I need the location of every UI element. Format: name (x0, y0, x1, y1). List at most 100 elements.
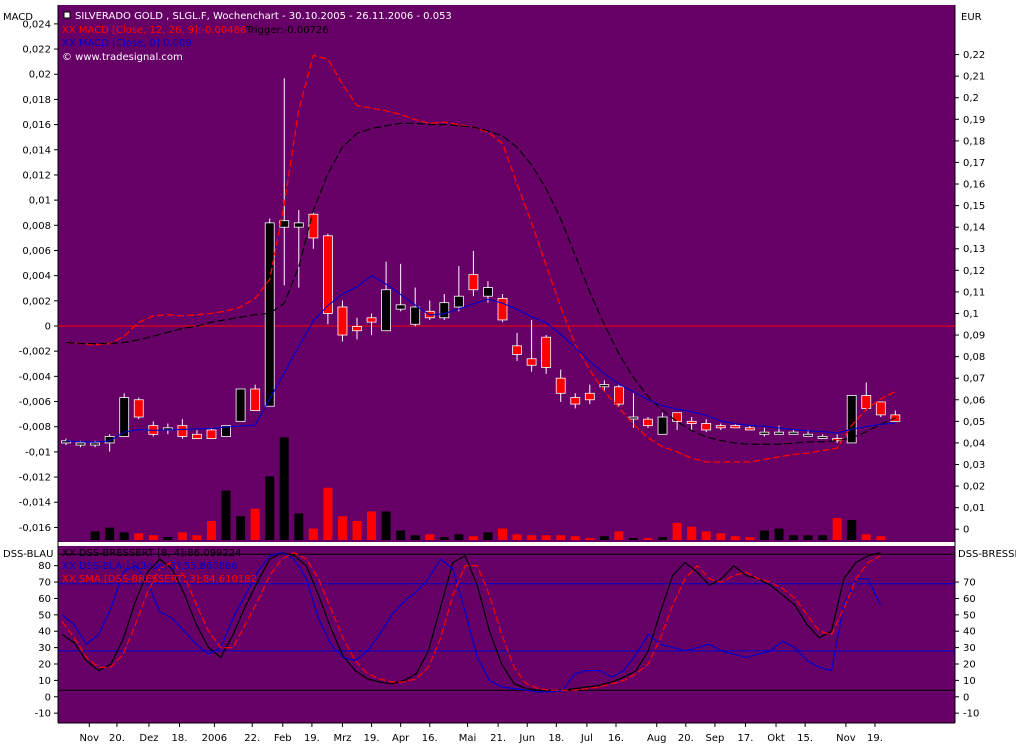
volume-bar (279, 437, 289, 540)
volume-bar (658, 537, 668, 540)
dss-left-tick-label: 20 (38, 660, 51, 671)
volume-bar (832, 518, 842, 540)
volume-bar (599, 536, 609, 540)
x-tick-label: Apr (392, 733, 410, 744)
x-tick-label: 19. (364, 733, 380, 744)
volume-bar (454, 534, 464, 540)
chart-title: SILVERADO GOLD , SLGL.F, Wochenchart - 3… (75, 11, 452, 22)
macd-tick-label: 0,024 (22, 19, 51, 30)
candle-body (759, 431, 770, 435)
volume-bar (570, 536, 580, 540)
candle-body (555, 377, 566, 394)
volume-bar (148, 535, 158, 540)
candle-body (206, 429, 217, 440)
price-tick-label: 0,1 (963, 309, 979, 320)
candle-body (643, 418, 653, 427)
candle-body (628, 416, 639, 420)
macd-tick-label: -0,006 (19, 397, 51, 408)
volume-bar (730, 536, 740, 540)
legend-macd-blue: XX MACD [Close, 0] 0,009 (62, 38, 192, 49)
price-tick-label: 0,06 (963, 395, 985, 406)
candle-body (75, 442, 86, 446)
candle-body (730, 425, 741, 429)
dss-left-tick-label: 30 (38, 643, 51, 654)
price-panel (58, 5, 955, 542)
x-tick-label: 2006 (202, 733, 227, 744)
candle-body (570, 397, 581, 405)
volume-bar (585, 538, 595, 540)
volume-bar (774, 528, 784, 540)
x-tick-label: 18. (172, 733, 188, 744)
legend-sma: XX SMA [DSS-BRESSERT, 3]:84.610182 (62, 574, 257, 585)
volume-bar (410, 535, 420, 540)
price-tick-label: 0,02 (963, 482, 985, 493)
candle-body (846, 395, 857, 444)
right-axis-title: EUR (961, 12, 982, 23)
price-tick-label: 0,13 (963, 244, 985, 255)
volume-bar (847, 520, 857, 540)
candle-body (250, 388, 261, 411)
candle-body (541, 336, 552, 368)
macd-tick-label: 0,008 (22, 221, 51, 232)
volume-bar (367, 511, 377, 540)
candle-body (512, 345, 522, 355)
dss-right-tick-label: 50 (963, 610, 976, 621)
candle-body (337, 306, 348, 336)
candle-body (526, 358, 537, 366)
dss-right-tick-label: -10 (963, 709, 979, 720)
macd-tick-label: -0,004 (19, 372, 51, 383)
x-tick-label: 21. (490, 733, 506, 744)
dss-right-tick-label: 0 (963, 692, 969, 703)
dss-right-tick-label: 60 (963, 594, 976, 605)
candle-body (861, 395, 872, 409)
volume-bar (876, 536, 886, 540)
dss-right-tick-label: 40 (963, 627, 976, 638)
x-tick-label: 16. (422, 733, 438, 744)
volume-bar (745, 537, 755, 540)
volume-bar (192, 535, 202, 540)
x-tick-label: Sep (706, 733, 725, 744)
price-tick-label: 0,22 (963, 50, 985, 61)
x-tick-label: Jul (580, 733, 593, 744)
volume-bar (425, 534, 435, 540)
candle-body (177, 425, 188, 437)
volume-bar (177, 532, 187, 540)
dss-right-tick-label: 20 (963, 660, 976, 671)
macd-tick-label: 0,018 (22, 95, 51, 106)
candle-body (483, 287, 493, 297)
lower-left-axis-title: DSS-BLAU (3, 549, 53, 560)
macd-tick-label: 0,004 (22, 271, 51, 282)
legend-macd: XX MACD [Close, 12, 26, 9]:-0.00486 (62, 25, 246, 36)
candle-body (352, 326, 362, 332)
volume-bar (221, 490, 231, 540)
dss-panel (58, 546, 955, 723)
dss-left-tick-label: 60 (38, 594, 51, 605)
volume-bar (512, 534, 522, 540)
x-tick-label: 16. (608, 733, 624, 744)
lower-right-axis-title: DSS-BRESSI (958, 549, 1016, 560)
x-tick-label: 22. (244, 733, 260, 744)
x-tick-label: Dez (139, 733, 158, 744)
candle-body (788, 431, 799, 435)
volume-bar (789, 535, 798, 540)
volume-bar (396, 530, 406, 540)
volume-bar (468, 536, 478, 540)
x-tick-label: Nov (836, 733, 856, 744)
candle-body (293, 222, 304, 228)
x-tick-label: 19. (304, 733, 320, 744)
x-tick-label: 18. (548, 733, 564, 744)
x-tick-label: Mrz (333, 733, 351, 744)
volume-bar (119, 532, 129, 540)
x-tick-label: 20. (678, 733, 694, 744)
x-tick-label: 19. (867, 733, 883, 744)
candle-body (774, 431, 784, 435)
x-tick-label: Aug (647, 733, 667, 744)
macd-tick-label: -0,012 (19, 473, 51, 484)
candle-body (497, 297, 508, 321)
macd-tick-label: -0,008 (19, 422, 51, 433)
x-tick-label: Jun (518, 733, 535, 744)
volume-bar (337, 516, 347, 540)
macd-tick-label: 0,022 (22, 45, 51, 56)
price-tick-label: 0,09 (963, 331, 985, 342)
candle-body (119, 397, 130, 437)
